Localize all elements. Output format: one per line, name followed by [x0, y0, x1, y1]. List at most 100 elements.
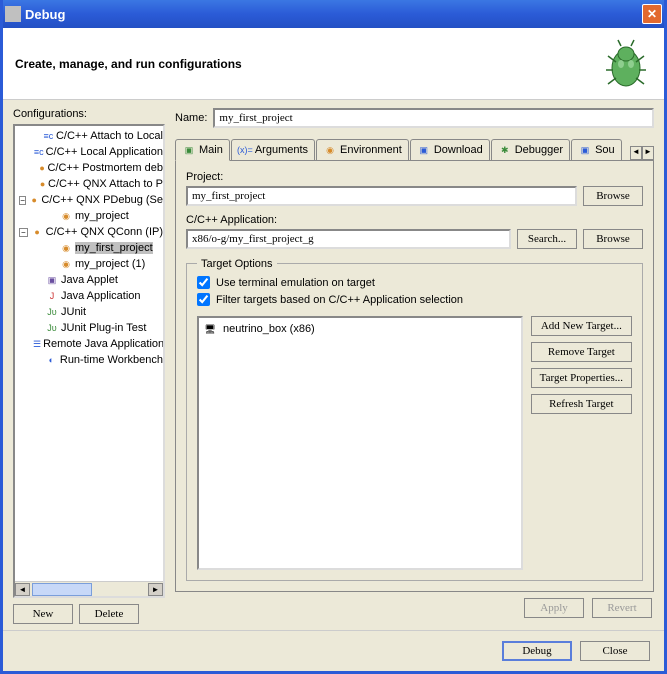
tab-scroll-left-icon[interactable]: ◄: [630, 146, 642, 160]
target-item-label: neutrino_box (x86): [223, 323, 315, 335]
titlebar[interactable]: Debug ✕: [3, 0, 664, 28]
tree-item[interactable]: −●C/C++ QNX QConn (IP): [15, 224, 163, 240]
config-type-icon: ◉: [59, 241, 73, 255]
tree-item[interactable]: JᴜJUnit: [15, 304, 163, 320]
h-scrollbar[interactable]: ◄ ►: [15, 581, 163, 596]
apply-button[interactable]: Apply: [524, 598, 584, 618]
config-type-icon: ●: [31, 225, 44, 239]
close-icon[interactable]: ✕: [642, 4, 662, 24]
delete-button[interactable]: Delete: [79, 604, 139, 624]
tab-content-main: Project: Browse C/C++ Application: Searc…: [175, 161, 654, 592]
tree-item[interactable]: ●C/C++ QNX Attach to P: [15, 176, 163, 192]
tree-item[interactable]: ●C/C++ Postmortem deb: [15, 160, 163, 176]
tab-main[interactable]: ▣Main: [175, 139, 230, 161]
tree-item-label: C/C++ QNX Attach to P: [48, 178, 163, 190]
tab-download[interactable]: ▣Download: [410, 139, 490, 160]
application-label: C/C++ Application:: [186, 214, 643, 226]
tree-item[interactable]: −●C/C++ QNX PDebug (Se: [15, 192, 163, 208]
download-tab-icon: ▣: [417, 143, 431, 157]
target-options-group: Target Options Use terminal emulation on…: [186, 263, 643, 581]
config-type-icon: J: [45, 289, 59, 303]
config-type-icon: ●: [29, 193, 39, 207]
debugger-tab-icon: ✱: [498, 143, 512, 157]
dialog-header: Create, manage, and run configurations: [3, 28, 664, 100]
scroll-left-icon[interactable]: ◄: [15, 583, 30, 596]
project-label: Project:: [186, 171, 643, 183]
config-type-icon: ☰: [33, 337, 41, 351]
tab-debugger[interactable]: ✱Debugger: [491, 139, 570, 160]
config-type-icon: ≡c: [43, 129, 54, 143]
project-field[interactable]: [186, 186, 577, 206]
tab-source[interactable]: ▣Sou: [571, 139, 622, 160]
tree-item[interactable]: JᴜJUnit Plug-in Test: [15, 320, 163, 336]
tree-item-label: C/C++ QNX QConn (IP): [46, 226, 163, 238]
tree-item[interactable]: ≡cC/C++ Attach to Local: [15, 128, 163, 144]
remove-target-button[interactable]: Remove Target: [531, 342, 632, 362]
new-button[interactable]: New: [13, 604, 73, 624]
source-tab-icon: ▣: [578, 143, 592, 157]
tree-toggle-icon[interactable]: −: [19, 196, 26, 205]
scroll-thumb[interactable]: [32, 583, 92, 596]
application-field[interactable]: [186, 229, 511, 249]
application-search-button[interactable]: Search...: [517, 229, 577, 249]
filter-targets-checkbox[interactable]: [197, 293, 210, 306]
tree-item[interactable]: ◉my_project: [15, 208, 163, 224]
tree-item[interactable]: ◐Run-time Workbench: [15, 352, 163, 368]
tree-item[interactable]: ◉my_project (1): [15, 256, 163, 272]
use-terminal-checkbox[interactable]: [197, 276, 210, 289]
tree-item[interactable]: ≡cC/C++ Local Application: [15, 144, 163, 160]
filter-targets-label: Filter targets based on C/C++ Applicatio…: [216, 294, 463, 306]
tree-item-label: JUnit: [61, 306, 86, 318]
tree-item-label: C/C++ Attach to Local: [56, 130, 163, 142]
application-browse-button[interactable]: Browse: [583, 229, 643, 249]
tree-item[interactable]: ◉my_first_project: [15, 240, 163, 256]
header-subtitle: Create, manage, and run configurations: [15, 57, 242, 71]
debug-button[interactable]: Debug: [502, 641, 572, 661]
target-options-legend: Target Options: [197, 258, 277, 270]
tree-item-label: my_project (1): [75, 258, 145, 270]
tree-toggle-icon[interactable]: −: [19, 228, 28, 237]
tree-item-label: my_project: [75, 210, 129, 222]
environment-tab-icon: ◉: [323, 143, 337, 157]
config-type-icon: ●: [39, 161, 46, 175]
tree-item-label: Remote Java Application: [43, 338, 164, 350]
tab-scroll-right-icon[interactable]: ►: [642, 146, 654, 160]
tree-item-label: C/C++ QNX PDebug (Se: [41, 194, 163, 206]
name-field[interactable]: [213, 108, 654, 128]
tree-item[interactable]: ☰Remote Java Application: [15, 336, 163, 352]
window-icon: [5, 6, 21, 22]
tree-item-label: C/C++ Local Application: [46, 146, 163, 158]
tab-environment[interactable]: ◉Environment: [316, 139, 409, 160]
refresh-target-button[interactable]: Refresh Target: [531, 394, 632, 414]
window-title: Debug: [25, 7, 642, 22]
tab-label: Sou: [595, 144, 615, 156]
config-type-icon: ◉: [59, 209, 73, 223]
bug-icon: [598, 36, 654, 92]
tree-item[interactable]: JJava Application: [15, 288, 163, 304]
tree-item-label: my_first_project: [75, 242, 153, 254]
target-properties-button[interactable]: Target Properties...: [531, 368, 632, 388]
revert-button[interactable]: Revert: [592, 598, 652, 618]
scroll-right-icon[interactable]: ►: [148, 583, 163, 596]
tab-label: Arguments: [255, 144, 308, 156]
config-type-icon: ●: [39, 177, 46, 191]
tree-item[interactable]: ▣Java Applet: [15, 272, 163, 288]
tree-item-label: C/C++ Postmortem deb: [47, 162, 163, 174]
computer-icon: 🖥: [203, 322, 217, 336]
tree-item-label: Java Applet: [61, 274, 118, 286]
target-item[interactable]: 🖥 neutrino_box (x86): [203, 322, 517, 336]
tab-arguments[interactable]: (x)=Arguments: [231, 139, 315, 160]
tab-label: Debugger: [515, 144, 563, 156]
tree-item-label: JUnit Plug-in Test: [61, 322, 146, 334]
configurations-tree[interactable]: ≡cC/C++ Attach to Local≡cC/C++ Local App…: [13, 124, 165, 598]
project-browse-button[interactable]: Browse: [583, 186, 643, 206]
config-type-icon: Jᴜ: [45, 305, 59, 319]
close-button[interactable]: Close: [580, 641, 650, 661]
config-type-icon: ≡c: [34, 145, 44, 159]
configurations-label: Configurations:: [13, 108, 165, 120]
name-label: Name:: [175, 112, 207, 124]
config-type-icon: Jᴜ: [45, 321, 59, 335]
target-list[interactable]: 🖥 neutrino_box (x86): [197, 316, 523, 570]
config-type-icon: ◐: [44, 353, 57, 367]
add-target-button[interactable]: Add New Target...: [531, 316, 632, 336]
